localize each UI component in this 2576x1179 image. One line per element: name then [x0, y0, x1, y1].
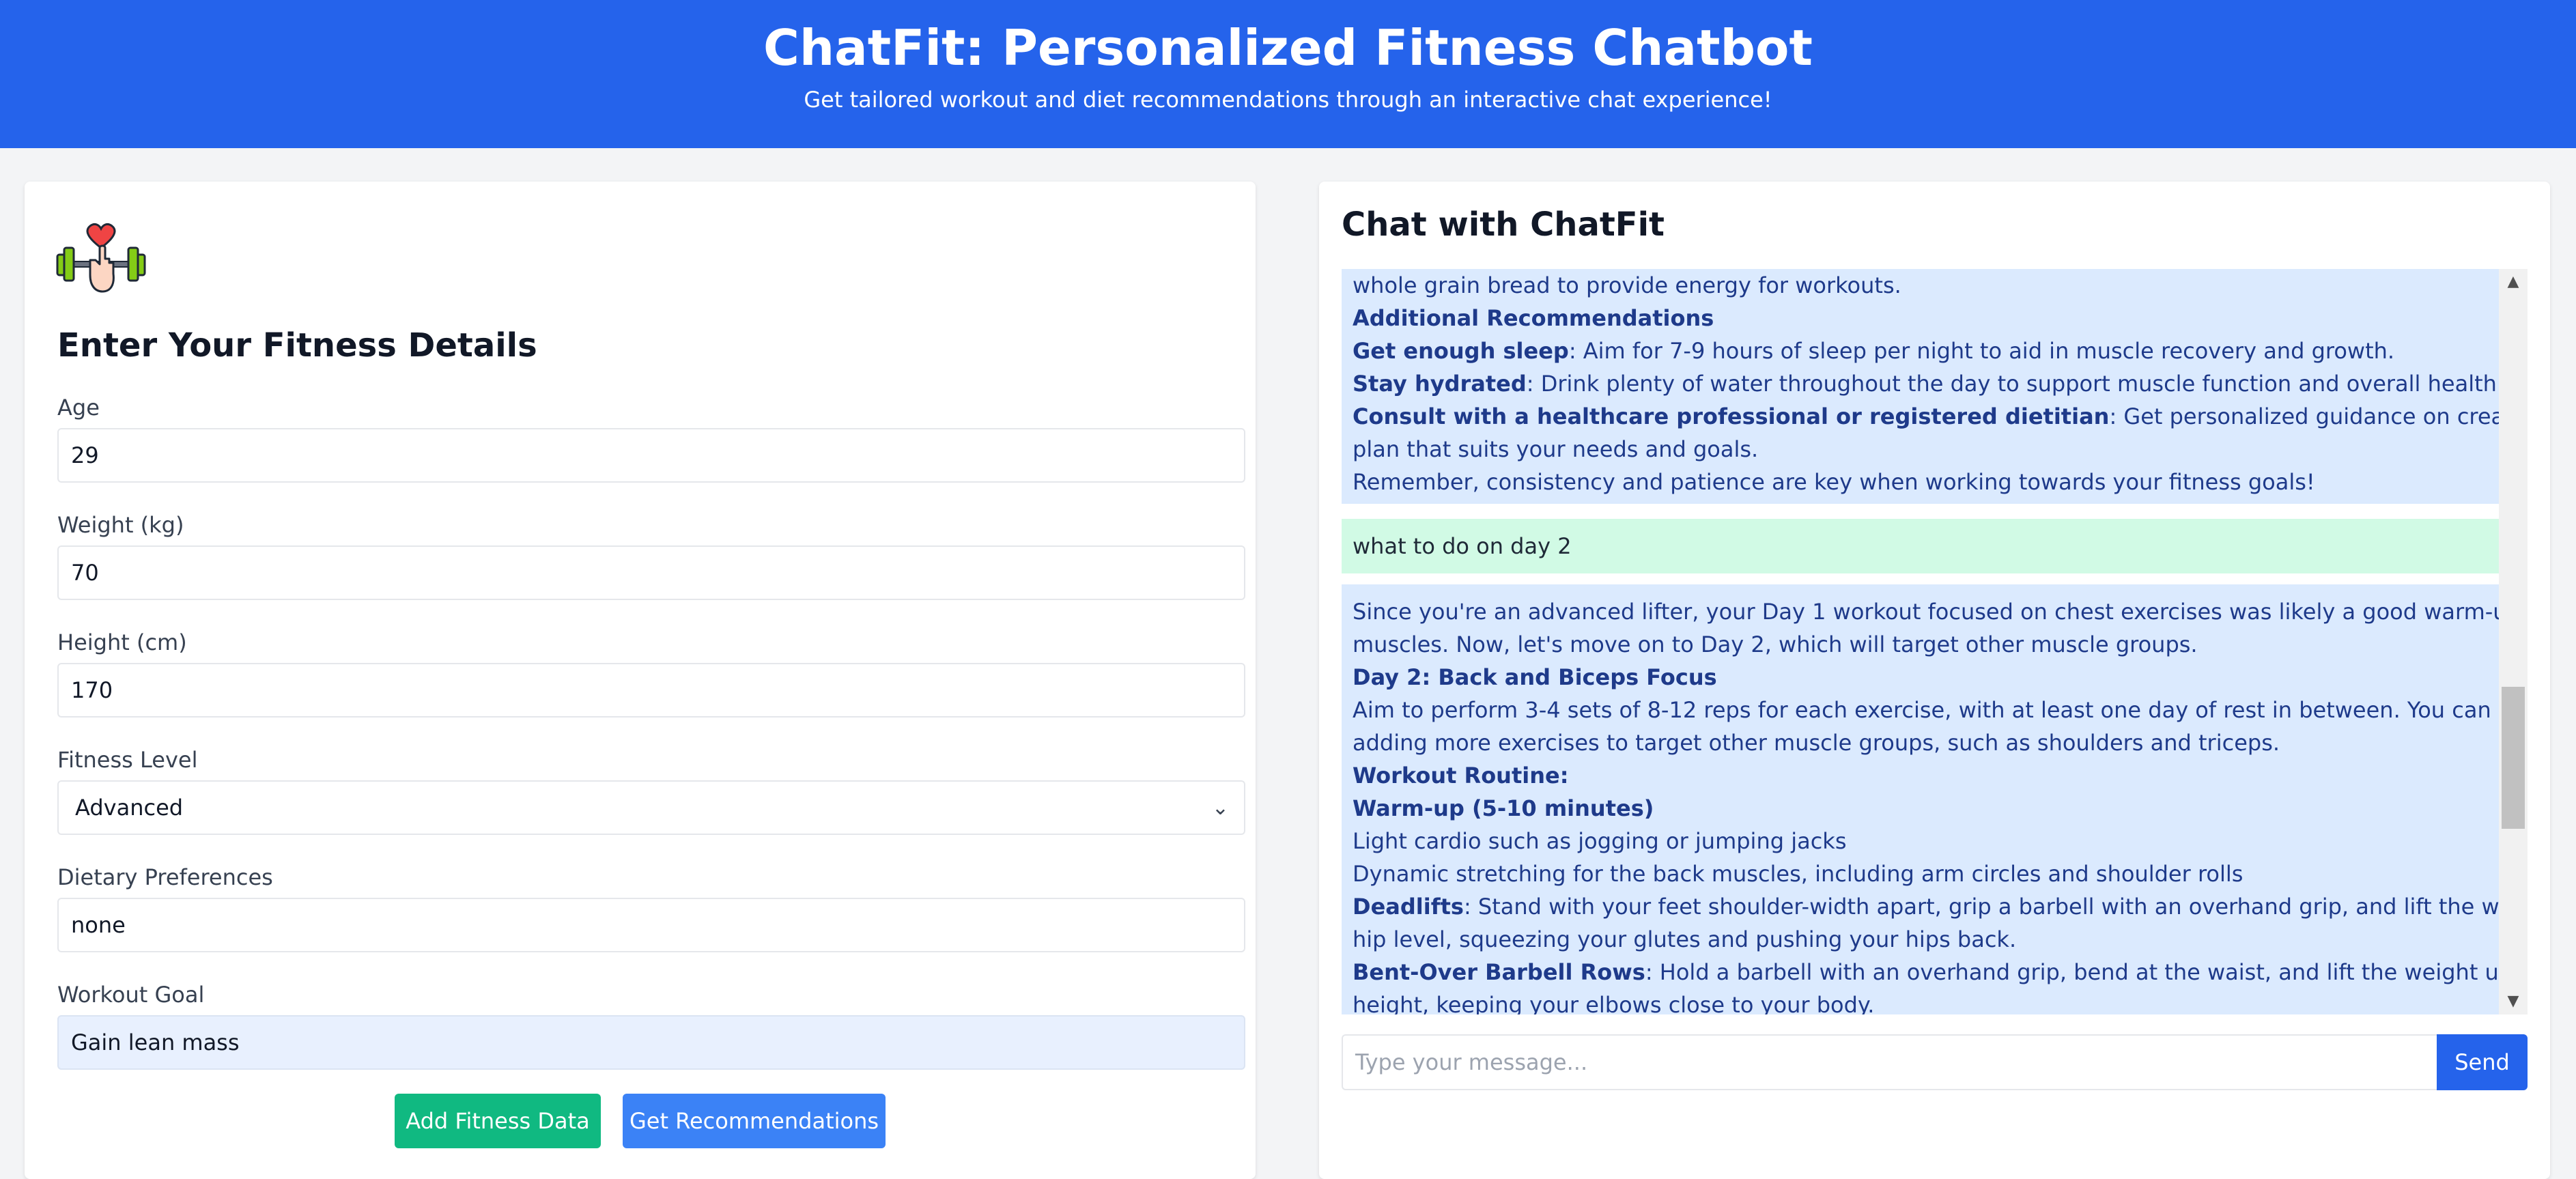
- message-line: Deadlifts: Stand with your feet shoulder…: [1353, 894, 2499, 920]
- bot-message: whole grain bread to provide energy for …: [1342, 269, 2499, 504]
- message-line: Consult with a healthcare professional o…: [1353, 403, 2499, 429]
- chat-scroll-area: whole grain bread to provide energy for …: [1342, 269, 2499, 1014]
- dietary-input[interactable]: none: [57, 898, 1245, 952]
- message-line: Light cardio such as jogging or jumping …: [1353, 828, 1847, 854]
- message-heading: Workout Routine:: [1353, 763, 1569, 789]
- scroll-down-arrow-icon[interactable]: ▼: [2499, 991, 2528, 1012]
- get-recommendations-button[interactable]: Get Recommendations: [623, 1094, 886, 1148]
- scrollbar-thumb[interactable]: [2502, 687, 2525, 829]
- chat-panel: Chat with ChatFit whole grain bread to p…: [1319, 182, 2550, 1179]
- chat-scrollbar[interactable]: ▲ ▼: [2499, 269, 2528, 1014]
- dumbbell-heart-icon: [56, 219, 146, 294]
- message-heading: Day 2: Back and Biceps Focus: [1353, 664, 1717, 690]
- message-heading: Warm-up (5-10 minutes): [1353, 795, 1654, 821]
- chat-messages[interactable]: whole grain bread to provide energy for …: [1342, 269, 2528, 1014]
- message-line: Since you're an advanced lifter, your Da…: [1353, 599, 2499, 625]
- user-message: what to do on day 2: [1342, 519, 2499, 573]
- age-input[interactable]: 29: [57, 428, 1245, 483]
- fitness-level-value: Advanced: [75, 795, 184, 821]
- form-title: Enter Your Fitness Details: [57, 326, 537, 365]
- chevron-down-icon: ⌄: [1211, 795, 1229, 820]
- message-line: hip level, squeezing your glutes and pus…: [1353, 926, 2017, 952]
- message-line: Get enough sleep: Aim for 7-9 hours of s…: [1353, 338, 2395, 364]
- message-line: Dynamic stretching for the back muscles,…: [1353, 861, 2244, 887]
- message-heading: Additional Recommendations: [1353, 305, 1714, 331]
- workout-goal-label: Workout Goal: [57, 982, 205, 1008]
- message-line: muscles. Now, let's move on to Day 2, wh…: [1353, 631, 2198, 657]
- height-input[interactable]: 170: [57, 663, 1245, 718]
- message-line: Remember, consistency and patience are k…: [1353, 469, 2315, 495]
- fitness-level-label: Fitness Level: [57, 747, 198, 773]
- send-button[interactable]: Send: [2437, 1034, 2528, 1090]
- scroll-up-arrow-icon[interactable]: ▲: [2499, 272, 2528, 292]
- add-fitness-data-button[interactable]: Add Fitness Data: [395, 1094, 601, 1148]
- height-label: Height (cm): [57, 629, 187, 655]
- app-subtitle: Get tailored workout and diet recommenda…: [804, 87, 1772, 113]
- fitness-level-select[interactable]: Advanced ⌄: [57, 780, 1245, 835]
- dietary-label: Dietary Preferences: [57, 864, 273, 890]
- message-line: plan that suits your needs and goals.: [1353, 436, 1759, 462]
- weight-label: Weight (kg): [57, 512, 184, 538]
- workout-goal-input[interactable]: Gain lean mass: [57, 1015, 1245, 1070]
- chat-message-input[interactable]: Type your message...: [1342, 1034, 2437, 1090]
- message-line: Aim to perform 3-4 sets of 8-12 reps for…: [1353, 697, 2499, 723]
- age-label: Age: [57, 395, 100, 421]
- message-line: height, keeping your elbows close to you…: [1353, 992, 1875, 1014]
- message-line: adding more exercises to target other mu…: [1353, 730, 2280, 756]
- fitness-form-panel: Enter Your Fitness Details Age 29 Weight…: [25, 182, 1256, 1179]
- chat-title: Chat with ChatFit: [1342, 205, 1665, 244]
- weight-input[interactable]: 70: [57, 545, 1245, 600]
- bot-message: Since you're an advanced lifter, your Da…: [1342, 584, 2499, 1014]
- message-line: Bent-Over Barbell Rows: Hold a barbell w…: [1353, 959, 2499, 985]
- app-header: ChatFit: Personalized Fitness Chatbot Ge…: [0, 0, 2576, 148]
- app-title: ChatFit: Personalized Fitness Chatbot: [763, 19, 1813, 76]
- message-line: Stay hydrated: Drink plenty of water thr…: [1353, 371, 2499, 397]
- message-line: whole grain bread to provide energy for …: [1353, 272, 1901, 298]
